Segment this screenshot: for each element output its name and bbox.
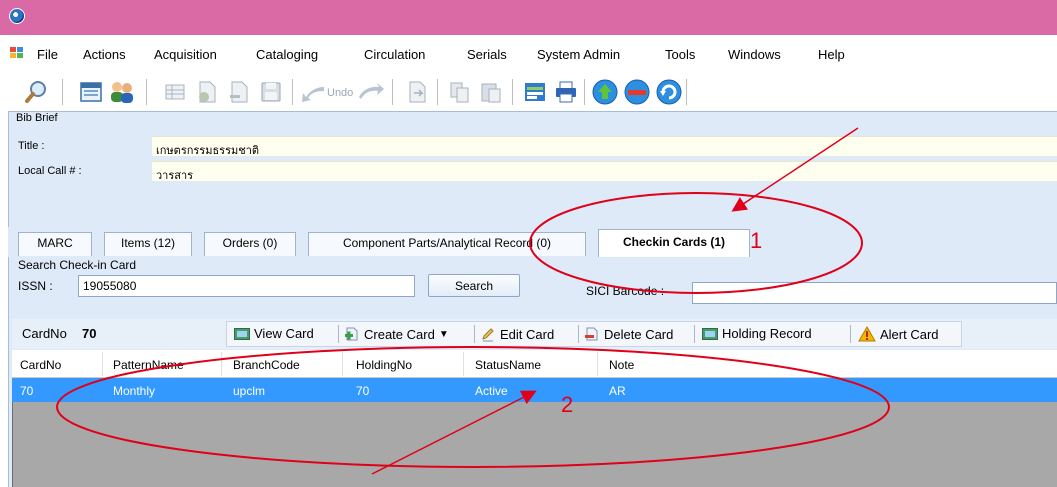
edit-card-label: Edit Card <box>500 326 555 342</box>
create-card-icon <box>345 327 358 341</box>
app-globe-icon <box>9 8 25 24</box>
annotation-marker-1: 1 <box>750 228 763 253</box>
bib-brief-legend: Bib Brief <box>16 112 58 124</box>
holding-record-icon <box>702 327 718 340</box>
menu-help[interactable]: Help <box>818 47 845 62</box>
tab-component-parts[interactable]: Component Parts/Analytical Record (0) <box>308 232 586 256</box>
column-header-branchcode[interactable]: BranchCode <box>233 358 300 372</box>
alert-card-label: Alert Card <box>880 326 939 342</box>
menu-actions[interactable]: Actions <box>83 47 126 62</box>
cell-branchcode: upclm <box>233 384 266 398</box>
view-card-button[interactable]: View Card <box>234 326 314 341</box>
save-icon[interactable] <box>256 77 286 107</box>
menu-circulation[interactable]: Circulation <box>364 47 425 62</box>
warning-icon <box>858 326 876 342</box>
sici-barcode-label: SICI Barcode : <box>586 284 665 298</box>
undo-icon[interactable] <box>300 77 326 107</box>
search-icon[interactable] <box>22 77 52 107</box>
tab-checkin-cards[interactable]: Checkin Cards (1) <box>598 229 750 257</box>
tab-marc[interactable]: MARC <box>18 232 92 256</box>
chevron-down-icon: ▼ <box>438 328 449 340</box>
cell-holdingno: 70 <box>356 384 370 398</box>
search-button[interactable]: Search <box>428 274 520 297</box>
undo-label[interactable]: Undo <box>327 87 353 99</box>
local-call-value: วารสาร <box>152 161 1057 182</box>
print-icon[interactable] <box>551 77 581 107</box>
card-icon <box>234 327 250 340</box>
window-menu-icon[interactable] <box>10 47 24 59</box>
menu-tools[interactable]: Tools <box>665 47 695 62</box>
table-row[interactable] <box>12 378 1057 402</box>
menu-serials[interactable]: Serials <box>467 47 507 62</box>
holding-record-button[interactable]: Holding Record <box>702 326 812 341</box>
column-header-note[interactable]: Note <box>609 358 634 372</box>
view-card-label: View Card <box>254 326 314 341</box>
globe-up-icon[interactable] <box>590 77 620 107</box>
copy-icon[interactable] <box>445 77 475 107</box>
menu-system-admin[interactable]: System Admin <box>537 47 620 62</box>
delete-card-button[interactable]: Delete Card <box>584 326 673 342</box>
issn-label: ISSN : <box>18 279 53 293</box>
tab-items[interactable]: Items (12) <box>104 232 192 256</box>
title-label: Title : <box>18 140 45 152</box>
cell-patternname: Monthly <box>113 384 156 398</box>
create-card-label: Create Card <box>364 326 435 342</box>
cell-cardno: 70 <box>20 384 34 398</box>
globe-minus-icon[interactable] <box>622 77 652 107</box>
menu-acquisition[interactable]: Acquisition <box>154 47 217 62</box>
annotation-marker-2: 2 <box>561 392 574 417</box>
delete-card-label: Delete Card <box>604 326 674 342</box>
menu-windows[interactable]: Windows <box>728 47 781 62</box>
cell-statusname: Active <box>475 384 508 398</box>
window-title-bar <box>0 0 1057 35</box>
alert-card-button[interactable]: Alert Card <box>858 326 939 342</box>
menu-bar: File Actions Acquisition Cataloging Circ… <box>0 35 1057 73</box>
paste-icon[interactable] <box>476 77 506 107</box>
column-header-statusname[interactable]: StatusName <box>475 358 541 372</box>
cardno-label: CardNo <box>22 326 67 341</box>
issn-input[interactable] <box>78 275 415 297</box>
create-card-button[interactable]: Create Card ▼ <box>344 326 449 342</box>
remove-page-icon[interactable] <box>224 77 254 107</box>
column-header-patternname[interactable]: PatternName <box>113 358 184 372</box>
add-page-icon[interactable] <box>192 77 222 107</box>
edit-card-icon <box>482 328 494 342</box>
cardno-value: 70 <box>82 326 97 341</box>
tab-orders[interactable]: Orders (0) <box>204 232 296 256</box>
export-icon[interactable] <box>402 77 432 107</box>
calendar-icon[interactable] <box>76 77 106 107</box>
users-icon[interactable] <box>107 77 137 107</box>
redo-icon[interactable] <box>356 77 386 107</box>
column-header-holdingno[interactable]: HoldingNo <box>356 358 412 372</box>
menu-file[interactable]: File <box>37 47 58 62</box>
main-toolbar: Undo <box>0 73 1057 111</box>
cell-note: AR <box>609 384 626 398</box>
holding-record-label: Holding Record <box>722 326 812 341</box>
edit-card-button[interactable]: Edit Card <box>480 326 554 342</box>
column-header-cardno[interactable]: CardNo <box>20 358 61 372</box>
local-call-label: Local Call # : <box>18 165 82 177</box>
search-checkin-legend: Search Check-in Card <box>18 258 137 272</box>
report-icon[interactable] <box>520 77 550 107</box>
sici-barcode-input[interactable] <box>692 282 1057 304</box>
grid-icon[interactable] <box>160 77 190 107</box>
menu-cataloging[interactable]: Cataloging <box>256 47 318 62</box>
title-value: เกษตรกรรมธรรมชาติ <box>152 136 1057 157</box>
delete-card-icon <box>585 327 598 341</box>
globe-refresh-icon[interactable] <box>654 77 684 107</box>
